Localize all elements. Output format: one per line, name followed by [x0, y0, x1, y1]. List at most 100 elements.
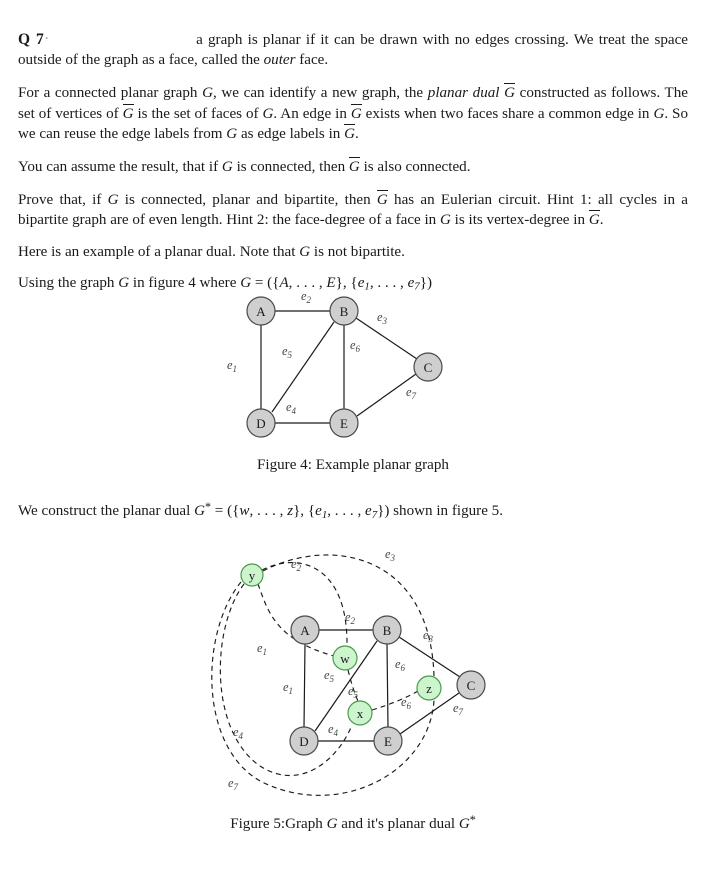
- fig4-edgelabel-e5: e5: [282, 344, 293, 360]
- fig5-duallabel-e7: e7: [228, 776, 239, 792]
- p5-G: G: [299, 243, 311, 260]
- p2-d: is the set of faces of: [133, 105, 263, 122]
- p2-G1: G: [202, 85, 213, 102]
- fig4-node-C: [413, 352, 443, 382]
- fig5-label-A: A: [300, 623, 310, 638]
- fig4-edgelabel-e7: e7: [406, 385, 417, 401]
- fig4-nodes: [246, 296, 443, 438]
- p6-a: Using the graph: [18, 275, 119, 292]
- p7-mid: }, {: [293, 503, 316, 520]
- p7-e7: e: [364, 503, 372, 520]
- p2-b: , we can identify a new graph, the: [213, 85, 428, 102]
- paragraph-example-intro: Here is an example of a planar dual. Not…: [18, 243, 688, 263]
- fig4-edge-labels: e2 e1 e5 e6 e3 e7 e4: [227, 289, 417, 416]
- p2-Gbar4: G: [344, 124, 355, 145]
- p4-G2: G: [440, 212, 451, 229]
- p6-mid: }, {: [335, 275, 358, 292]
- paragraph-assume-result: You can assume the result, that if G is …: [18, 157, 688, 178]
- fig5-dual-nodes: [240, 563, 442, 726]
- fig5-node-B: [372, 615, 402, 645]
- fig5-label-x: x: [357, 706, 364, 721]
- fig5-duallabel-e3-top: e3: [385, 547, 396, 563]
- fig4-caption-text: Example planar graph: [315, 457, 449, 473]
- p2-Gbar2: G: [122, 103, 134, 125]
- document-page: Q 7· a graph is planar if it can be drawn…: [0, 0, 706, 870]
- fig4-edge-e3: [355, 317, 418, 360]
- fig5-primal-edge-e5: [314, 640, 378, 732]
- fig4-edge-e5: [271, 321, 335, 413]
- fig5-label-y: y: [249, 568, 256, 583]
- p2-G4: G: [226, 126, 238, 143]
- fig5-label-D: D: [299, 734, 308, 749]
- p6-G1: G: [118, 275, 130, 292]
- p7-dots2: , . . . ,: [327, 503, 365, 520]
- fig5-dual-edge-e1: [257, 583, 335, 657]
- p3-G1: G: [221, 159, 233, 176]
- paragraph-prove-statement: Prove that, if G is connected, planar an…: [18, 189, 688, 231]
- fig5-edgelabel-e2: e2: [345, 610, 356, 626]
- figure-5-caption: Figure 5:Graph G and it's planar dual G*: [0, 813, 706, 835]
- p7-a: We construct the planar dual: [18, 503, 195, 520]
- p2-f: exists when two faces share a common edg…: [361, 105, 654, 122]
- fig5-node-x: [347, 700, 373, 726]
- fig5-dual-edge-e6: [371, 690, 419, 711]
- fig5-caption-a: Graph: [285, 816, 327, 833]
- fig5-duallabel-e6: e6: [401, 695, 412, 711]
- fig5-duallabel-e4: e4: [233, 725, 244, 741]
- fig5-caption-b: and it's planar dual: [337, 816, 459, 833]
- q7-text-part1: a graph is planar if it can be drawn wit…: [18, 32, 688, 68]
- fig5-primal-edge-e1: [303, 643, 306, 728]
- fig5-node-E: [373, 726, 403, 756]
- fig5-label-C: C: [467, 678, 476, 693]
- fig5-dual-edge-e2: [261, 562, 348, 647]
- fig5-node-labels: A B C D E w x y z: [249, 568, 476, 749]
- fig4-edgelabel-e6: e6: [350, 338, 361, 354]
- fig5-duallabel-e5: e5: [324, 668, 335, 684]
- p6-eq: = ({: [251, 275, 280, 292]
- p2-G2: G: [262, 105, 274, 122]
- fig5-edgelabel-e1: e1: [283, 680, 293, 696]
- p4-Gbar1: G: [376, 189, 388, 211]
- fig4-label-E: E: [340, 416, 348, 431]
- redaction-mark: ·: [44, 31, 50, 47]
- p2-G3: G: [653, 105, 665, 122]
- p7-end: }) shown in figure 5.: [377, 503, 504, 520]
- paragraph-graph-definition: Using the graph G in figure 4 where G = …: [18, 274, 688, 294]
- p4-a: Prove that, if: [18, 191, 108, 208]
- question-paragraph: Q 7· a graph is planar if it can be drawn…: [18, 30, 688, 70]
- figure-4-caption: Figure 4: Example planar graph: [0, 456, 706, 476]
- fig5-dual-edge-labels: e2 e3 e1 e5 e6 e4 e7: [228, 547, 412, 792]
- fig5-node-z: [416, 675, 442, 701]
- p2-a: For a connected planar graph: [18, 85, 203, 102]
- p6-dots2: , . . . ,: [369, 275, 408, 292]
- outer-keyword: outer: [263, 51, 296, 68]
- p2-h: as edge labels in: [237, 126, 345, 143]
- p6-dots1: , . . . ,: [288, 275, 327, 292]
- p6-E: E: [326, 275, 336, 292]
- p6-G2: G: [240, 275, 252, 292]
- p2-Gbar1: G: [504, 83, 515, 104]
- fig4-edgelabel-e1: e1: [227, 358, 237, 374]
- fig5-edgelabel-e6: e6: [395, 657, 406, 673]
- p6-A: A: [279, 275, 289, 292]
- p4-d: is its vertex-degree in: [450, 212, 589, 229]
- p2-planar-dual-italic: planar dual: [427, 85, 500, 102]
- p2-i: .: [355, 126, 359, 143]
- fig4-label-D: D: [256, 416, 265, 431]
- p5-b: is not bipartite.: [310, 243, 405, 260]
- fig5-dual-edge-e3: [262, 554, 435, 677]
- p4-G1: G: [107, 191, 119, 208]
- p6-end: }): [419, 275, 432, 292]
- fig4-edgelabel-e4: e4: [286, 400, 297, 416]
- fig5-edgelabel-e4: e4: [328, 722, 339, 738]
- fig5-dual-edge-e4: [219, 583, 353, 777]
- fig5-primal-edge-labels: e2 e1 e5 e6 e3 e7 e4: [283, 610, 464, 738]
- fig4-edgelabel-e3: e3: [377, 310, 388, 326]
- fig5-duallabel-e1: e1: [257, 641, 267, 657]
- p4-b: is connected, planar and bipartite, then: [118, 191, 377, 208]
- p4-Gbar2: G: [588, 210, 600, 231]
- fig5-label-z: z: [426, 681, 432, 696]
- fig5-node-D: [289, 726, 319, 756]
- fig5-dual-edge-e7: [211, 581, 435, 796]
- fig5-node-A: [290, 615, 320, 645]
